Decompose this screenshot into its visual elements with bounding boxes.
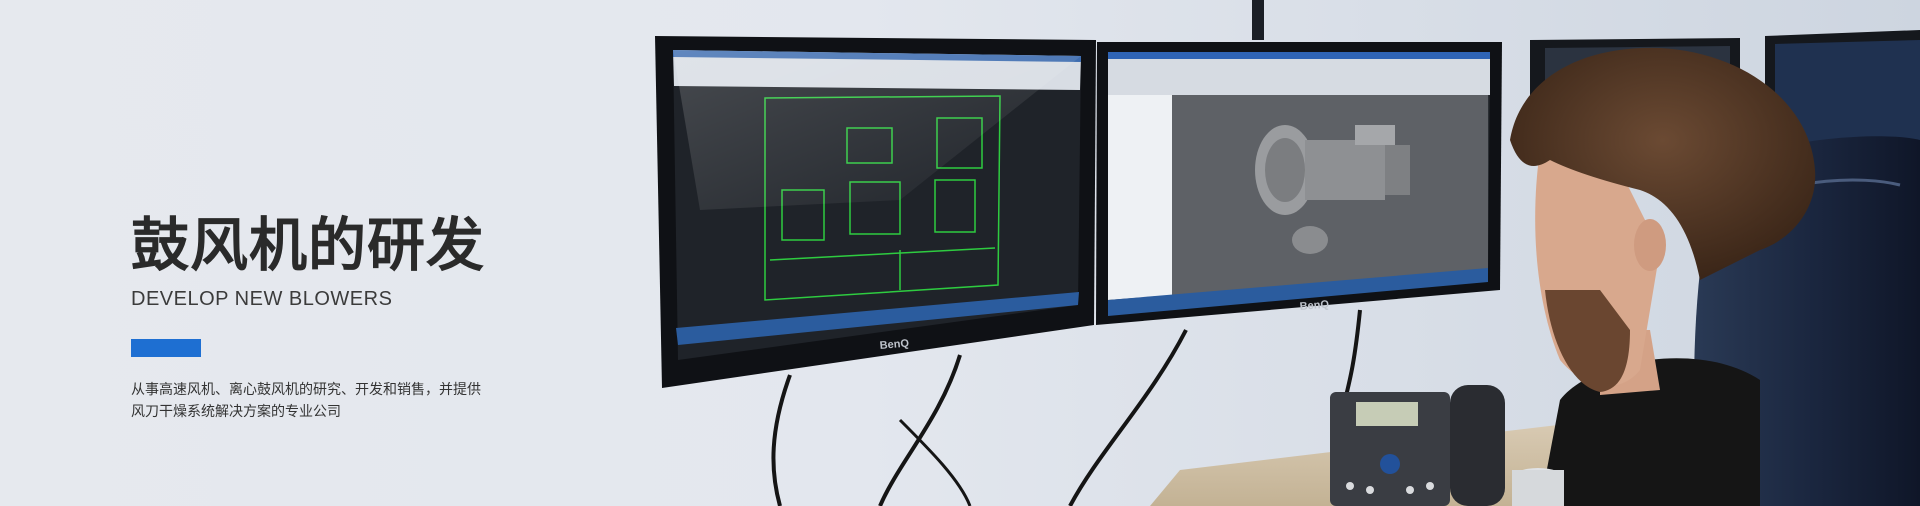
banner-title: 鼓风机的研发 <box>131 211 486 279</box>
hero-banner: BenQ BenQ 鼓风机的研发 DEVELOP NEW BLOWERS 从事高… <box>0 0 1920 506</box>
banner-description: 从事高速风机、离心鼓风机的研究、开发和销售，并提供 风刀干燥系统解决方案的专业公… <box>131 379 541 423</box>
banner-text-block: 鼓风机的研发 DEVELOP NEW BLOWERS 从事高速风机、离心鼓风机的… <box>131 212 551 423</box>
banner-subtitle: DEVELOP NEW BLOWERS <box>131 288 393 310</box>
right-monitor: BenQ <box>1096 42 1502 325</box>
description-line: 风刀干燥系统解决方案的专业公司 <box>131 404 341 420</box>
desk-phone <box>1330 385 1505 506</box>
description-line: 从事高速风机、离心鼓风机的研究、开发和销售，并提供 <box>131 382 481 398</box>
accent-bar <box>131 339 201 357</box>
